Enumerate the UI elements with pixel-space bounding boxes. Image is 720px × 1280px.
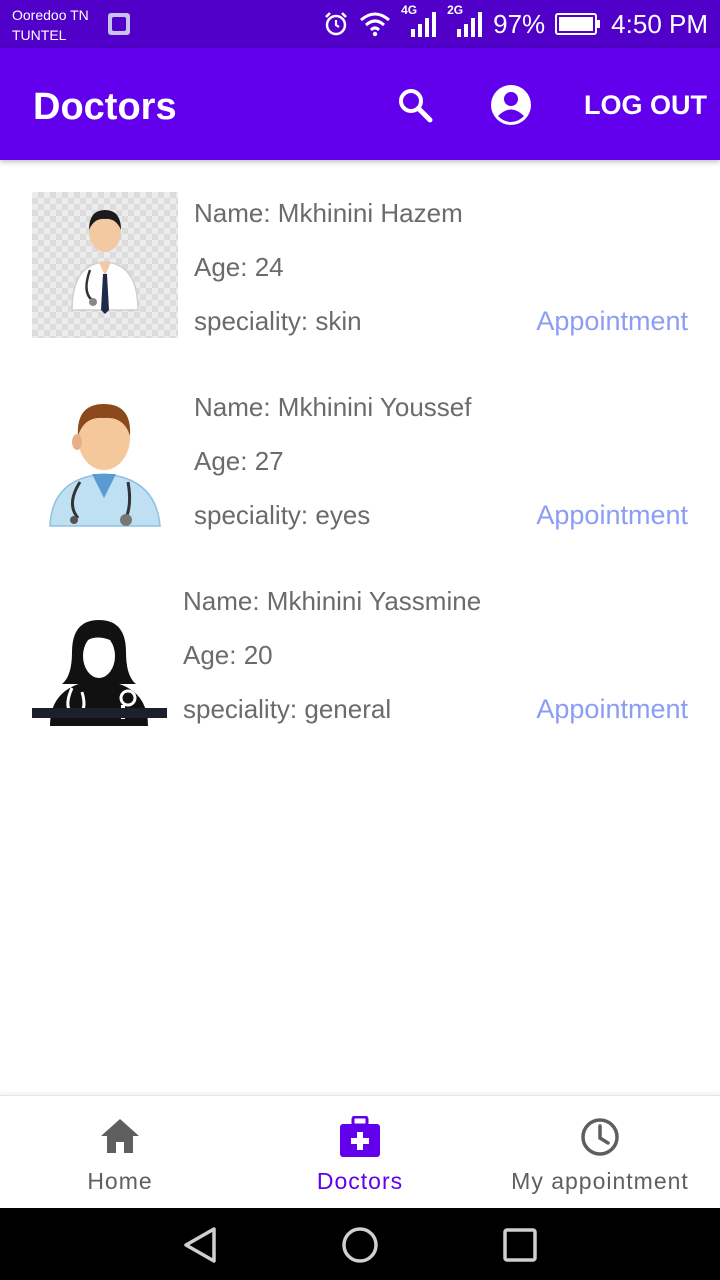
doctor-speciality: speciality: skin: [194, 306, 362, 336]
doctor-name: Name: Mkhinini Hazem: [194, 198, 463, 228]
doctor-card: Name: Mkhinini Youssef Age: 27 specialit…: [0, 354, 720, 548]
carrier-secondary: TUNTEL: [12, 27, 67, 43]
system-navigation-bar: [0, 1208, 720, 1280]
doctor-photo: [32, 386, 178, 532]
clock-icon: [581, 1118, 619, 1156]
carrier-name: Ooredoo TN: [12, 7, 89, 23]
page-title: Doctors: [33, 86, 177, 128]
doctor-speciality: speciality: eyes: [194, 500, 371, 530]
gallery-notification-icon: [108, 13, 130, 35]
appointment-button[interactable]: Appointment: [536, 498, 688, 532]
bottom-navigation: Home Doctors My appointment: [0, 1095, 720, 1208]
doctor-age: Age: 27: [194, 446, 284, 476]
doctor-name: Name: Mkhinini Yassmine: [183, 586, 482, 616]
wifi-icon: [360, 12, 391, 37]
nav-label-my-appointment: My appointment: [511, 1168, 689, 1194]
doctor-name: Name: Mkhinini Youssef: [194, 392, 472, 422]
app-bar: Doctors LOG OUT: [0, 48, 720, 160]
clock-time: 4:50 PM: [611, 9, 708, 39]
battery-icon: [555, 13, 601, 35]
signal-4g-icon: 4G: [401, 3, 437, 39]
doctor-card: Name: Mkhinini Hazem Age: 24 speciality:…: [0, 160, 720, 354]
nav-item-doctors[interactable]: Doctors: [240, 1096, 480, 1209]
doctor-speciality: speciality: general: [183, 694, 392, 724]
status-bar: Ooredoo TN TUNTEL 4G 2G 97% 4:50 PM: [0, 0, 720, 48]
nav-label-home: Home: [87, 1168, 153, 1194]
appointment-button[interactable]: Appointment: [536, 692, 688, 726]
profile-button[interactable]: [487, 81, 535, 129]
appointment-button[interactable]: Appointment: [536, 304, 688, 338]
doctor-age: Age: 24: [194, 252, 284, 282]
battery-percent: 97%: [493, 9, 546, 39]
status-icons: 4G 2G 97% 4:50 PM: [323, 3, 708, 42]
signal-2g-icon: 2G: [447, 3, 483, 39]
doctor-age: Age: 20: [183, 640, 273, 670]
medical-bag-icon: [340, 1116, 380, 1157]
logout-button[interactable]: LOG OUT: [584, 88, 707, 122]
search-button[interactable]: [392, 82, 438, 128]
back-icon[interactable]: [182, 1226, 220, 1264]
nav-item-my-appointment[interactable]: My appointment: [480, 1096, 720, 1209]
account-circle-icon: [491, 85, 531, 125]
home-icon: [101, 1119, 139, 1153]
search-icon: [399, 89, 433, 123]
doctor-photo: [32, 192, 178, 338]
doctor-card: Name: Mkhinini Yassmine Age: 20 speciali…: [0, 548, 720, 742]
recents-icon[interactable]: [501, 1226, 539, 1264]
doctor-photo: [32, 580, 167, 726]
home-circle-icon[interactable]: [341, 1226, 379, 1264]
nav-item-home[interactable]: Home: [0, 1096, 240, 1209]
nav-label-doctors: Doctors: [316, 1168, 404, 1194]
alarm-icon: [325, 12, 348, 36]
